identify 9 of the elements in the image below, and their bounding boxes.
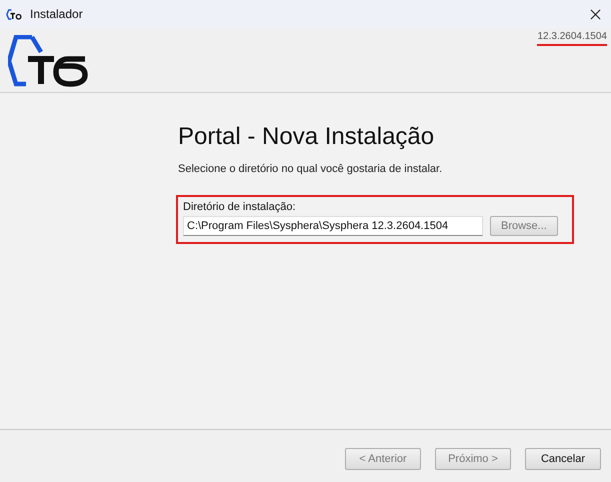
close-icon[interactable] bbox=[590, 8, 601, 20]
window-title: Instalador bbox=[30, 7, 84, 21]
app-logo-icon bbox=[6, 8, 24, 20]
wizard-button[interactable]: Cancelar bbox=[525, 448, 601, 470]
page-heading: Portal - Nova Instalação bbox=[178, 123, 436, 151]
field-label: Diretório de instalação: bbox=[183, 201, 297, 213]
instructions-text: Selecione o diretório no qual você gostaria de instalar. bbox=[178, 163, 444, 175]
version-label: 12.3.2604.1504 bbox=[537, 31, 607, 46]
directory-input[interactable]: C:\Program Files\Sysphera\Sysphera 12.3.2604.1504 bbox=[183, 216, 483, 236]
